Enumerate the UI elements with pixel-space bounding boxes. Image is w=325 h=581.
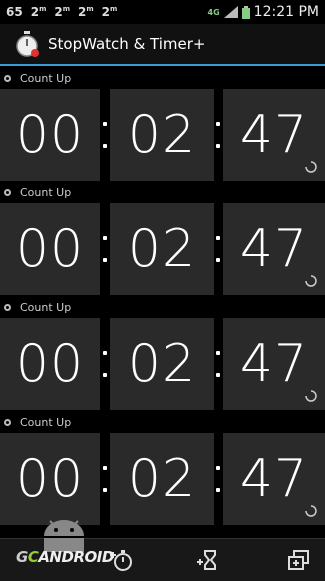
minutes-display[interactable]: 02 <box>110 318 214 410</box>
separator-colon <box>103 466 107 470</box>
timer-display[interactable]: 00 02 47 <box>0 89 325 181</box>
timer-card[interactable]: Count Up 00 02 47 <box>0 181 325 295</box>
separator-colon <box>103 144 107 148</box>
separator-colon <box>103 488 107 492</box>
system-icons: 4G 12:21 PM <box>208 4 325 20</box>
timer-header[interactable]: Count Up <box>0 296 325 318</box>
seconds-value: 47 <box>239 219 309 279</box>
separator-colon <box>103 236 107 240</box>
hours-display[interactable]: 00 <box>0 318 100 410</box>
hours-display[interactable]: 00 <box>0 203 100 295</box>
app-bar: StopWatch & Timer+ <box>0 24 325 66</box>
signal-icon <box>223 6 238 18</box>
minutes-display[interactable]: 02 <box>110 89 214 181</box>
separator-colon <box>103 351 107 355</box>
hours-display[interactable]: 00 <box>0 89 100 181</box>
separator-colon <box>216 258 220 262</box>
seconds-value: 47 <box>239 449 309 509</box>
notification-item: 2m <box>78 5 94 19</box>
minutes-display[interactable]: 02 <box>110 433 214 525</box>
timer-card[interactable]: Count Up 00 02 47 <box>0 67 325 181</box>
add-timer-icon[interactable] <box>196 547 222 573</box>
notification-item: 2m <box>54 5 71 19</box>
timer-status-icon <box>4 188 11 196</box>
timer-card[interactable]: Count Up 00 02 47 <box>0 296 325 410</box>
clock: 12:21 PM <box>253 4 319 20</box>
hours-display[interactable]: 00 <box>0 433 100 525</box>
separator-colon <box>216 488 220 492</box>
separator-colon <box>216 351 220 355</box>
separator-colon <box>216 122 220 126</box>
seconds-display[interactable]: 47 <box>223 433 325 525</box>
seconds-display[interactable]: 47 <box>223 89 325 181</box>
separator-colon <box>216 373 220 377</box>
app-title: StopWatch & Timer+ <box>48 35 206 53</box>
notification-item: 2m <box>30 5 47 19</box>
timer-status-icon <box>4 418 11 426</box>
running-spinner-icon <box>305 505 317 517</box>
android-robot-icon <box>44 520 84 552</box>
seconds-display[interactable]: 47 <box>223 203 325 295</box>
running-spinner-icon <box>305 390 317 402</box>
separator-colon <box>216 144 220 148</box>
timer-header[interactable]: Count Up <box>0 181 325 203</box>
running-spinner-icon <box>305 161 317 173</box>
separator-colon <box>103 373 107 377</box>
watermark-text: GCANDROID <box>16 548 114 566</box>
seconds-value: 47 <box>239 105 309 165</box>
separator-colon <box>216 466 220 470</box>
battery-icon <box>241 5 250 19</box>
timer-display[interactable]: 00 02 47 <box>0 318 325 410</box>
network-type: 4G <box>207 7 220 17</box>
timer-label: Count Up <box>20 185 72 199</box>
notification-item: 2m <box>101 5 118 19</box>
notification-count: 65 <box>6 5 23 19</box>
timer-header[interactable]: Count Up <box>0 411 325 433</box>
seconds-value: 47 <box>239 334 309 394</box>
timer-label: Count Up <box>20 71 72 85</box>
timer-status-icon <box>4 303 11 311</box>
watermark: GCANDROID <box>8 518 138 578</box>
status-bar: 65 2m 2m 2m 2m 4G 12:21 PM <box>0 0 325 24</box>
separator-colon <box>216 236 220 240</box>
separator-colon <box>103 258 107 262</box>
seconds-display[interactable]: 47 <box>223 318 325 410</box>
stopwatch-app-icon[interactable] <box>14 31 40 57</box>
copy-icon[interactable] <box>286 547 312 573</box>
timer-display[interactable]: 00 02 47 <box>0 203 325 295</box>
timer-display[interactable]: 00 02 47 <box>0 433 325 525</box>
timer-status-icon <box>4 74 11 82</box>
minutes-display[interactable]: 02 <box>110 203 214 295</box>
timer-label: Count Up <box>20 300 72 314</box>
separator-colon <box>103 122 107 126</box>
notification-icons: 65 2m 2m 2m 2m <box>0 5 117 19</box>
timer-card[interactable]: Count Up 00 02 47 <box>0 411 325 525</box>
running-spinner-icon <box>305 275 317 287</box>
timer-label: Count Up <box>20 415 72 429</box>
timer-header[interactable]: Count Up <box>0 67 325 89</box>
